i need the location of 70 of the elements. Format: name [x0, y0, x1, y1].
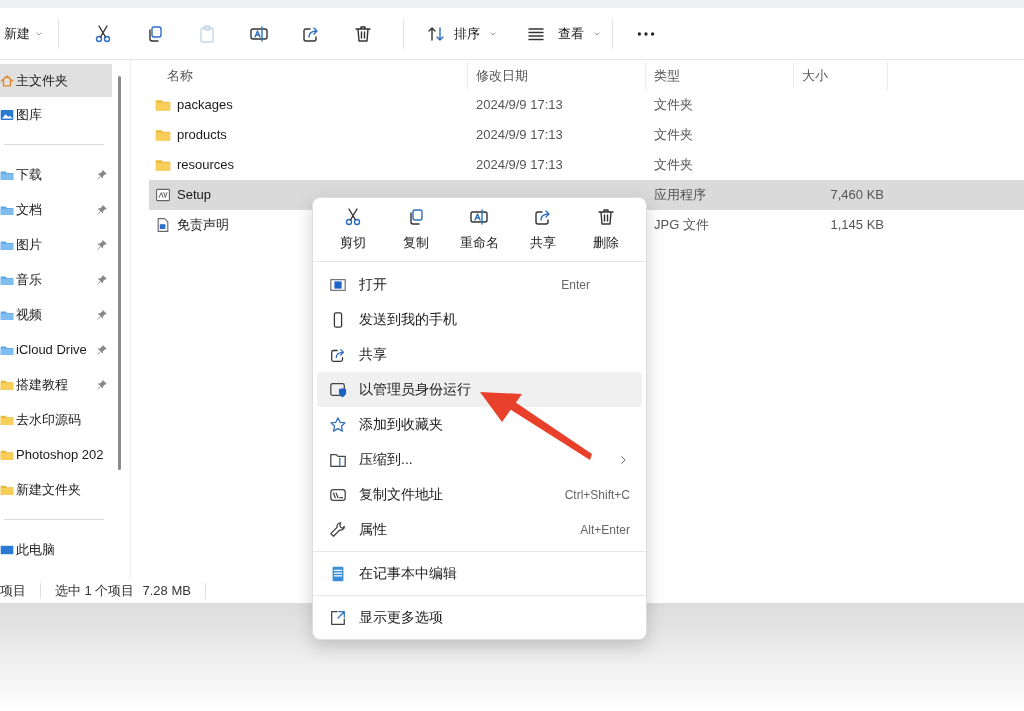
- file-name: packages: [177, 96, 233, 115]
- sidebar-item[interactable]: 音乐: [0, 262, 112, 297]
- shield-icon: [329, 380, 347, 399]
- cut-icon[interactable]: [93, 23, 113, 44]
- file-size: 7,460 KB: [830, 187, 884, 203]
- image-file-icon: [155, 217, 171, 233]
- modified-date: 2024/9/9 17:13: [476, 127, 563, 143]
- sidebar-item[interactable]: 去水印源码: [0, 402, 112, 437]
- menu-item[interactable]: 以管理员身份运行: [317, 372, 642, 407]
- column-header[interactable]: 大小: [802, 66, 828, 86]
- file-name: resources: [177, 156, 235, 175]
- file-size: 1,145 KB: [830, 217, 884, 233]
- rename-icon[interactable]: [249, 23, 269, 44]
- sidebar-item[interactable]: iCloud Drive: [0, 332, 112, 367]
- file-row[interactable]: resources 2024/9/9 17:13 文件夹: [149, 150, 1024, 180]
- file-name: 免责声明: [177, 216, 229, 235]
- delete-icon[interactable]: [353, 23, 373, 44]
- wrench-icon: [329, 520, 347, 539]
- file-type: 文件夹: [654, 127, 693, 143]
- menu-item[interactable]: 共享: [317, 337, 642, 372]
- sidebar-item[interactable]: 此电脑: [0, 532, 112, 567]
- rename-icon: [469, 206, 490, 227]
- sidebar-item[interactable]: 主文件夹: [0, 64, 112, 97]
- file-type: 文件夹: [654, 97, 693, 113]
- sidebar-item[interactable]: Photoshop 202: [0, 437, 112, 472]
- new-button[interactable]: 新建: [4, 15, 44, 52]
- shortcut-text: Ctrl+Shift+C: [564, 486, 630, 504]
- home-icon: [0, 73, 14, 88]
- column-header[interactable]: 名称: [167, 66, 193, 86]
- file-type: JPG 文件: [654, 217, 709, 233]
- folder-icon: [155, 157, 171, 173]
- sidebar-item[interactable]: 视频: [0, 297, 112, 332]
- modified-date: 2024/9/9 17:13: [476, 97, 563, 113]
- sidebar-item[interactable]: 新建文件夹: [0, 472, 112, 507]
- menu-item[interactable]: 属性 Alt+Enter: [317, 512, 642, 547]
- file-row[interactable]: packages 2024/9/9 17:13 文件夹: [149, 90, 1024, 120]
- delete-icon: [596, 206, 617, 227]
- column-header[interactable]: 修改日期: [476, 66, 528, 86]
- item-count: 项目: [0, 581, 27, 600]
- folder-icon: [155, 97, 171, 113]
- menu-item[interactable]: 发送到我的手机: [317, 302, 642, 337]
- modified-date: 2024/9/9 17:13: [476, 157, 563, 173]
- selection-size: 7.28 MB: [142, 581, 191, 600]
- menu-item[interactable]: 复制文件地址 Ctrl+Shift+C: [317, 477, 642, 512]
- shortcut-text: Enter: [561, 276, 590, 294]
- selection-status: 选中 1 个项目: [55, 581, 135, 600]
- menu-item[interactable]: 显示更多选项: [317, 600, 642, 635]
- shortcut-text: Alt+Enter: [580, 521, 630, 539]
- folder-icon: [155, 127, 171, 143]
- file-row[interactable]: products 2024/9/9 17:13 文件夹: [149, 120, 1024, 150]
- sidebar-item[interactable]: 图库: [0, 97, 112, 132]
- file-name: Setup: [177, 186, 211, 205]
- menu-item[interactable]: 添加到收藏夹: [317, 407, 642, 442]
- column-header[interactable]: 类型: [654, 66, 680, 86]
- menu-item[interactable]: 打开 Enter: [317, 267, 642, 302]
- sidebar-item[interactable]: 文档: [0, 192, 112, 227]
- scrollbar[interactable]: [118, 76, 121, 470]
- star-icon: [329, 415, 347, 434]
- sidebar-item[interactable]: 图片: [0, 227, 112, 262]
- file-name: products: [177, 126, 227, 145]
- sidebar-item[interactable]: 下载: [0, 157, 112, 192]
- file-type: 文件夹: [654, 157, 693, 173]
- sort-button[interactable]: 排序: [426, 23, 498, 44]
- menu-item[interactable]: 在记事本中编辑: [317, 556, 642, 591]
- app-icon: [155, 187, 171, 203]
- sidebar-item[interactable]: 搭建教程: [0, 367, 112, 402]
- view-button[interactable]: 查看: [526, 23, 602, 44]
- menu-item[interactable]: 压缩到...: [317, 442, 642, 477]
- external-icon: [329, 608, 347, 627]
- file-type: 应用程序: [654, 187, 706, 203]
